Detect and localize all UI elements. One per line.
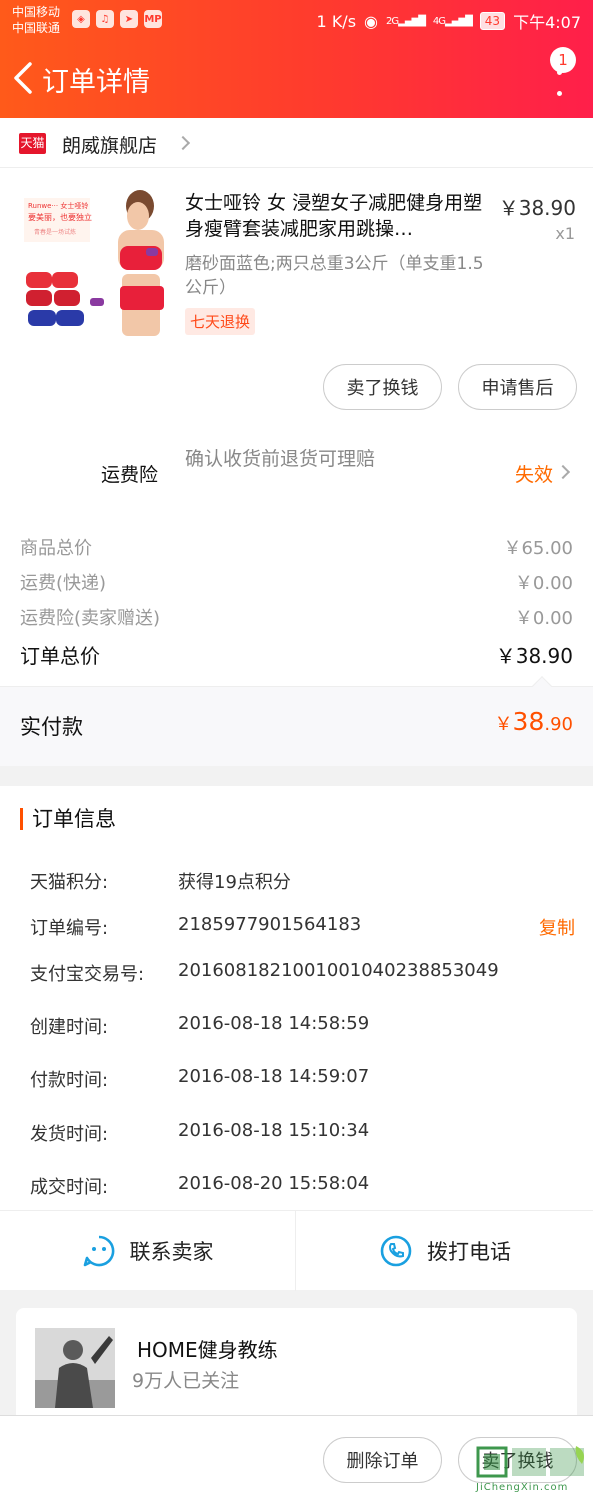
shipping-insurance-status[interactable]: 失效 [515,460,553,487]
shipping-label: 运费(快递) [20,573,107,594]
goods-total-label: 商品总价 [20,538,92,559]
battery-icon: 43 [479,12,506,30]
app-header: 中国移动 中国联通 ◈ ♫ ➤ MP 1 K/s ◉ 2G▂▄▆█ 4G▂▄▆█… [0,0,593,118]
page-title: 订单详情 [42,67,150,98]
shipped-time-value: 2016-08-18 15:10:34 [178,1120,370,1141]
recommended-account-card[interactable]: HOME健身教练 9万人已关注 [16,1308,577,1428]
insurance-fee-row: 运费险(卖家赠送) ￥0.00 [20,604,573,630]
watermark-logo [476,1446,584,1478]
copy-button[interactable]: 复制 [539,914,575,940]
order-card: 天猫 朗威旗舰店 Runwe··· 女士哑铃 要美丽，也要独立 青春是一场试炼 [0,118,593,766]
contact-seller-button[interactable]: 联系卖家 [0,1211,296,1291]
product-title[interactable]: 女士哑铃 女 浸塑女子减肥健身用塑身瘦臂套装减肥家用跳操… [185,190,483,242]
shield-app-icon: ◈ [72,10,90,28]
order-info-section: 订单信息 天猫积分: 获得19点积分 订单编号: 218597790156418… [0,786,593,1210]
contact-bar: 联系卖家 拨打电话 [0,1210,593,1291]
clock: 下午4:07 [513,13,581,32]
eye-icon: ◉ [364,11,378,31]
shipping-value: ￥0.00 [514,573,573,594]
phone-icon [380,1235,412,1267]
coach-name[interactable]: HOME健身教练 [137,1334,278,1363]
paid-label: 实付款 [20,715,83,739]
insurance-fee-value: ￥0.00 [514,608,573,629]
message-badge[interactable]: 1 [550,47,576,73]
chat-face-icon [83,1235,114,1267]
carrier-1: 中国移动 [12,5,61,19]
signal-2g-icon: 2G▂▄▆█ [386,15,426,27]
product-image[interactable]: Runwe··· 女士哑铃 要美丽，也要独立 青春是一场试炼 [20,186,170,336]
delete-order-button[interactable]: 删除订单 [323,1437,442,1483]
return-policy-tag: 七天退换 [185,308,256,335]
shipped-time-label: 发货时间: [30,1124,109,1145]
paid-value: ￥38.90 [494,707,573,736]
svg-text:要美丽，也要独立: 要美丽，也要独立 [28,212,92,222]
shipping-insurance-desc: 确认收货前退货可理赔 [185,448,376,470]
alipay-number-value: 2016081821001001040238853049 [178,960,499,981]
paid-amount-band: 实付款 ￥38.90 [0,676,593,766]
watermark-text: JiChengXin.com [476,1482,569,1493]
coach-followers: 9万人已关注 [132,1370,240,1392]
net-speed: 1 K/s [316,11,357,31]
paid-time-label: 付款时间: [30,1070,109,1091]
status-bar: 中国移动 中国联通 ◈ ♫ ➤ MP 1 K/s ◉ 2G▂▄▆█ 4G▂▄▆█… [0,0,593,42]
shipping-row: 运费(快递) ￥0.00 [20,569,573,595]
goods-total-value: ￥65.00 [503,538,573,559]
points-label: 天猫积分: [30,872,109,893]
order-total-value: ￥38.90 [495,644,573,668]
order-number-label: 订单编号: [30,918,109,939]
svg-text:青春是一场试炼: 青春是一场试炼 [34,228,76,236]
telegram-app-icon: ➤ [120,10,138,28]
points-value: 获得19点积分 [178,872,291,893]
order-info-title: 订单信息 [20,808,116,830]
order-number-value: 2185977901564183 [178,914,362,935]
product-spec: 磨砂面蓝色;两只总重3公斤（单支重1.5公斤） [185,254,484,298]
chevron-right-icon [175,135,191,151]
back-arrow-icon[interactable] [10,58,40,98]
svg-text:Runwe··· 女士哑铃: Runwe··· 女士哑铃 [28,201,88,210]
mp-app-icon: MP [144,10,162,28]
carrier-2: 中国联通 [12,21,61,35]
coach-avatar[interactable] [35,1328,115,1408]
paid-time-value: 2016-08-18 14:59:07 [178,1066,370,1087]
call-label: 拨打电话 [427,1240,511,1264]
order-total-row: 订单总价 ￥38.90 [20,640,573,669]
created-time-label: 创建时间: [30,1017,109,1038]
coach-photo [35,1328,115,1408]
after-sale-button[interactable]: 申请售后 [458,364,577,410]
call-button[interactable]: 拨打电话 [297,1211,593,1291]
contact-seller-label: 联系卖家 [129,1240,214,1264]
tmall-logo-icon: 天猫 [19,133,46,154]
product-price: ￥38.90 [498,196,576,220]
shipping-insurance-label: 运费险 [101,464,159,486]
closed-time-value: 2016-08-20 15:58:04 [178,1173,370,1194]
headphone-app-icon: ♫ [96,10,114,28]
store-row[interactable]: 天猫 朗威旗舰店 [0,118,593,168]
carrier-info: 中国移动 中国联通 [12,4,60,36]
goods-total-row: 商品总价 ￥65.00 [20,534,573,560]
dumbbell-product-photo: Runwe··· 女士哑铃 要美丽，也要独立 青春是一场试炼 [20,186,170,336]
site-watermark: JiChengXin.com [476,1442,591,1500]
sell-for-cash-button[interactable]: 卖了换钱 [323,364,442,410]
product-quantity: x1 [555,224,575,243]
alipay-number-label: 支付宝交易号: [30,964,145,985]
closed-time-label: 成交时间: [30,1177,109,1198]
created-time-value: 2016-08-18 14:58:59 [178,1013,370,1034]
insurance-fee-label: 运费险(卖家赠送) [20,608,161,629]
status-right: 1 K/s ◉ 2G▂▄▆█ 4G▂▄▆█ 43 下午4:07 [317,9,581,33]
chevron-right-icon[interactable] [555,464,571,480]
store-name[interactable]: 朗威旗舰店 [62,131,157,158]
order-total-label: 订单总价 [20,644,100,668]
more-menu-icon[interactable] [555,70,563,96]
notification-icons: ◈ ♫ ➤ MP [72,10,162,28]
signal-4g-icon: 4G▂▄▆█ [432,15,473,27]
